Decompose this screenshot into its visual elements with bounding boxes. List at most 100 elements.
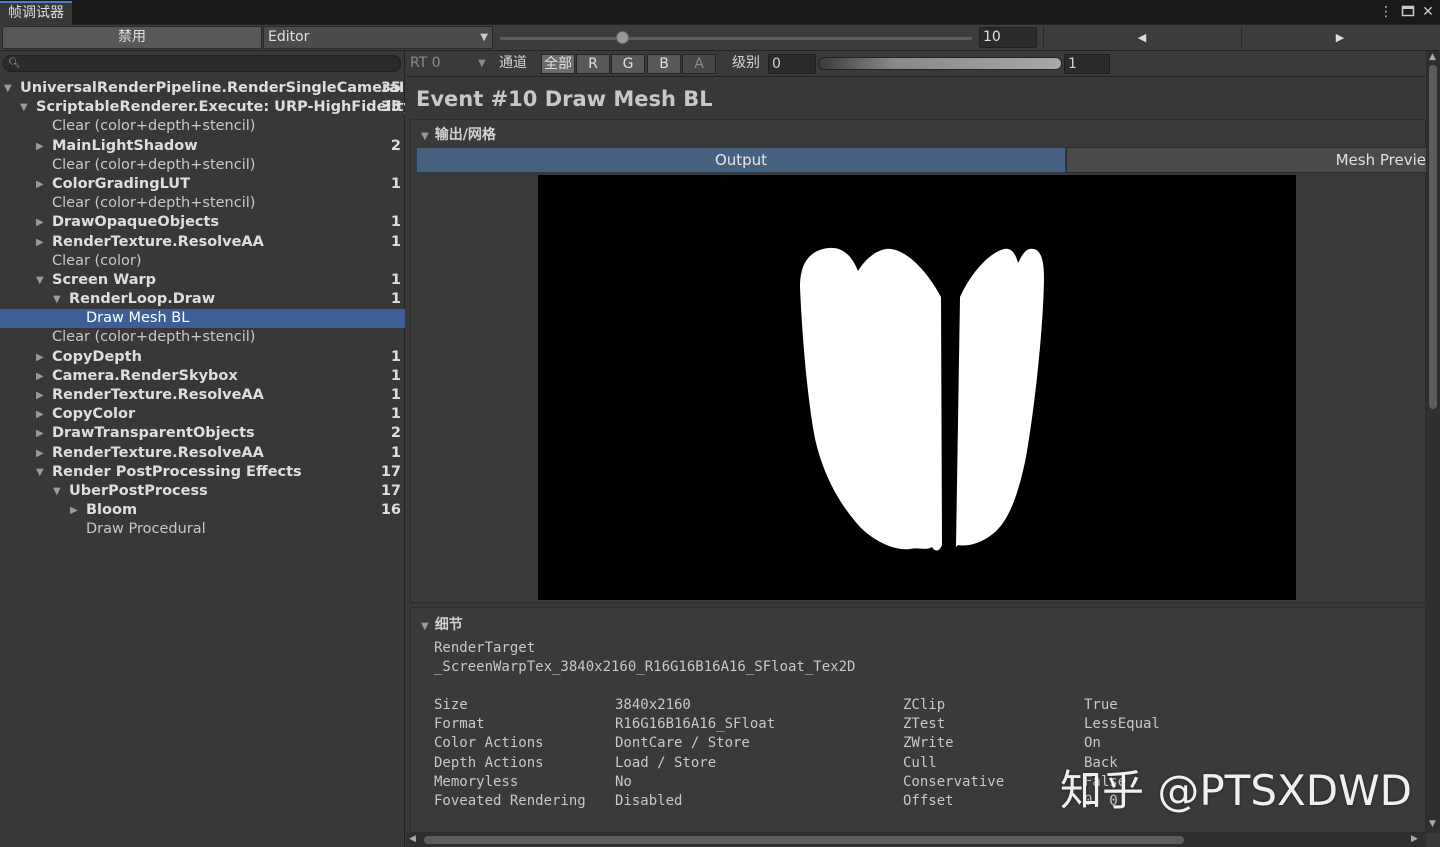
tree-item[interactable]: ▶ CopyColor 1 (0, 405, 405, 424)
horizontal-scrollbar[interactable]: ◀ ▶ (406, 833, 1426, 847)
vertical-scrollbar-thumb[interactable] (1429, 65, 1437, 409)
triangle-down-icon[interactable]: ▼ (20, 98, 28, 117)
tree-item[interactable]: ▶ ColorGradingLUT 1 (0, 175, 405, 194)
previous-event-button[interactable]: ◀ (1043, 26, 1240, 49)
tree-item[interactable]: Clear (color+depth+stencil) (0, 156, 405, 175)
tree-item-label: Bloom (86, 502, 138, 519)
channel-button-a[interactable]: A (682, 54, 716, 74)
scroll-right-icon[interactable]: ▶ (1411, 834, 1418, 844)
property-name: Format (434, 716, 485, 733)
event-slider-thumb[interactable] (615, 31, 629, 44)
tree-item[interactable]: ▼ Screen Warp 1 (0, 271, 405, 290)
scroll-down-icon[interactable]: ▼ (1429, 819, 1436, 829)
tree-item[interactable]: ▼ Render PostProcessing Effects 17 (0, 463, 405, 482)
tree-item[interactable]: Clear (color) (0, 252, 405, 271)
tree-item-count: 1 (390, 291, 401, 308)
tree-item[interactable]: ▶ RenderTexture.ResolveAA 1 (0, 444, 405, 463)
tab-output[interactable]: Output (416, 147, 1066, 173)
triangle-right-icon[interactable]: ▶ (36, 137, 44, 156)
tree-item-count: 35 (380, 99, 401, 116)
window-tab-strip: 帧调试器 ⋮ ✕ (0, 0, 1440, 25)
tree-item-label: Camera.RenderSkybox (52, 367, 238, 384)
tree-item[interactable]: ▼ UniversalRenderPipeline.RenderSingleCam… (0, 79, 405, 98)
channel-button-all[interactable]: 全部 (541, 54, 575, 74)
triangle-right-icon[interactable]: ▶ (36, 213, 44, 232)
tab-mesh-preview[interactable]: Mesh Previe (1066, 147, 1427, 173)
close-icon[interactable]: ✕ (1420, 4, 1436, 20)
tree-item-count: 1 (390, 233, 401, 250)
target-dropdown[interactable]: Editor ▼ (263, 26, 493, 49)
tree-item-selected[interactable]: Draw Mesh BL (0, 309, 405, 329)
triangle-right-icon[interactable]: ▶ (36, 405, 44, 424)
tree-item[interactable]: ▶ RenderTexture.ResolveAA 1 (0, 386, 405, 405)
property-name: Conservative (903, 773, 1005, 790)
tree-item[interactable]: ▶ DrawOpaqueObjects 1 (0, 213, 405, 232)
output-section: ▼ 输出/网格 Output Mesh Previe (410, 119, 1427, 603)
disable-button[interactable]: 禁用 (2, 26, 262, 49)
triangle-right-icon[interactable]: ▶ (36, 386, 44, 405)
tree-item[interactable]: ▶ MainLightShadow 2 (0, 137, 405, 156)
event-tree: ▼ UniversalRenderPipeline.RenderSingleCam… (0, 79, 405, 540)
level-min-field[interactable]: 0 (768, 54, 816, 74)
triangle-right-icon[interactable]: ▶ (36, 424, 44, 443)
tree-item[interactable]: Clear (color+depth+stencil) (0, 194, 405, 213)
triangle-down-icon[interactable]: ▼ (53, 290, 61, 309)
triangle-down-icon[interactable]: ▼ (4, 79, 12, 98)
event-number-field[interactable]: 10 (979, 27, 1037, 48)
triangle-right-icon[interactable]: ▶ (36, 367, 44, 386)
tree-item[interactable]: Draw Procedural (0, 520, 405, 539)
level-max-field[interactable]: 1 (1064, 54, 1110, 74)
toolbar: 禁用 Editor ▼ 10 ◀ ▶ (0, 25, 1440, 51)
tree-item[interactable]: ▶ RenderTexture.ResolveAA 1 (0, 233, 405, 252)
output-section-header[interactable]: ▼ 输出/网格 (421, 124, 496, 144)
maximize-icon[interactable] (1400, 4, 1416, 20)
tree-item[interactable]: ▼ ScriptableRenderer.Execute: URP-HighFid… (0, 98, 405, 117)
channel-button-b[interactable]: B (647, 54, 681, 74)
tree-item[interactable]: ▶ Bloom 16 (0, 501, 405, 520)
property-name: ZTest (903, 716, 946, 733)
channel-button-g[interactable]: G (611, 54, 645, 74)
triangle-right-icon[interactable]: ▶ (36, 444, 44, 463)
next-event-button[interactable]: ▶ (1241, 26, 1438, 49)
scroll-left-icon[interactable]: ◀ (409, 834, 416, 844)
triangle-right-icon[interactable]: ▶ (70, 501, 78, 520)
level-range-slider[interactable] (818, 57, 1062, 70)
search-icon: 🔍︎ (8, 58, 21, 69)
rt-dropdown[interactable]: RT 0 ▼ (410, 51, 490, 76)
chevron-down-icon: ▼ (480, 32, 488, 43)
tree-item[interactable]: ▶ DrawTransparentObjects 2 (0, 424, 405, 443)
scroll-up-icon[interactable]: ▲ (1429, 52, 1436, 62)
search-input[interactable]: 🔍︎ (3, 55, 401, 72)
tree-item[interactable]: ▼ RenderLoop.Draw 1 (0, 290, 405, 309)
kebab-menu-icon[interactable]: ⋮ (1378, 4, 1394, 20)
details-section-header[interactable]: ▼ 细节 (421, 614, 463, 634)
triangle-down-icon[interactable]: ▼ (36, 271, 44, 290)
triangle-down-icon[interactable]: ▼ (53, 482, 61, 501)
tree-item-count: 16 (380, 502, 401, 519)
tree-item-label: Draw Mesh BL (86, 310, 190, 327)
channel-button-r[interactable]: R (576, 54, 610, 74)
tree-item[interactable]: ▶ Camera.RenderSkybox 1 (0, 367, 405, 386)
horizontal-scrollbar-thumb[interactable] (424, 836, 1184, 844)
triangle-right-icon[interactable]: ▶ (36, 175, 44, 194)
triangle-right-icon[interactable]: ▶ (36, 348, 44, 367)
tree-item[interactable]: Clear (color+depth+stencil) (0, 328, 405, 347)
triangle-down-icon[interactable]: ▼ (36, 463, 44, 482)
frame-debugger-tab[interactable]: 帧调试器 (0, 1, 72, 25)
tree-item[interactable]: Clear (color+depth+stencil) (0, 117, 405, 136)
property-name: ZWrite (903, 735, 954, 752)
tree-item-label: Clear (color+depth+stencil) (52, 118, 256, 135)
tree-item-count: 2 (390, 137, 401, 154)
tree-item[interactable]: ▼ UberPostProcess 17 (0, 482, 405, 501)
triangle-right-icon[interactable]: ▶ (36, 233, 44, 252)
rt-dropdown-label: RT 0 (410, 55, 441, 71)
tree-item-label: DrawOpaqueObjects (52, 214, 220, 231)
property-value: Disabled (615, 793, 683, 809)
event-hierarchy-panel: 🔍︎ ▼ UniversalRenderPipeline.RenderSingle… (0, 51, 405, 847)
vertical-scrollbar[interactable]: ▲ ▼ (1426, 51, 1440, 833)
watermark: 知乎 @PTSXDWD (1060, 766, 1412, 815)
event-slider-track[interactable] (500, 37, 972, 40)
property-value: R16G16B16A16_SFloat (615, 716, 776, 733)
frame-debugger-window: 帧调试器 ⋮ ✕ 禁用 Editor ▼ 10 ◀ ▶ 🔍︎ ▼ Universal… (0, 0, 1440, 847)
tree-item[interactable]: ▶ CopyDepth 1 (0, 348, 405, 367)
